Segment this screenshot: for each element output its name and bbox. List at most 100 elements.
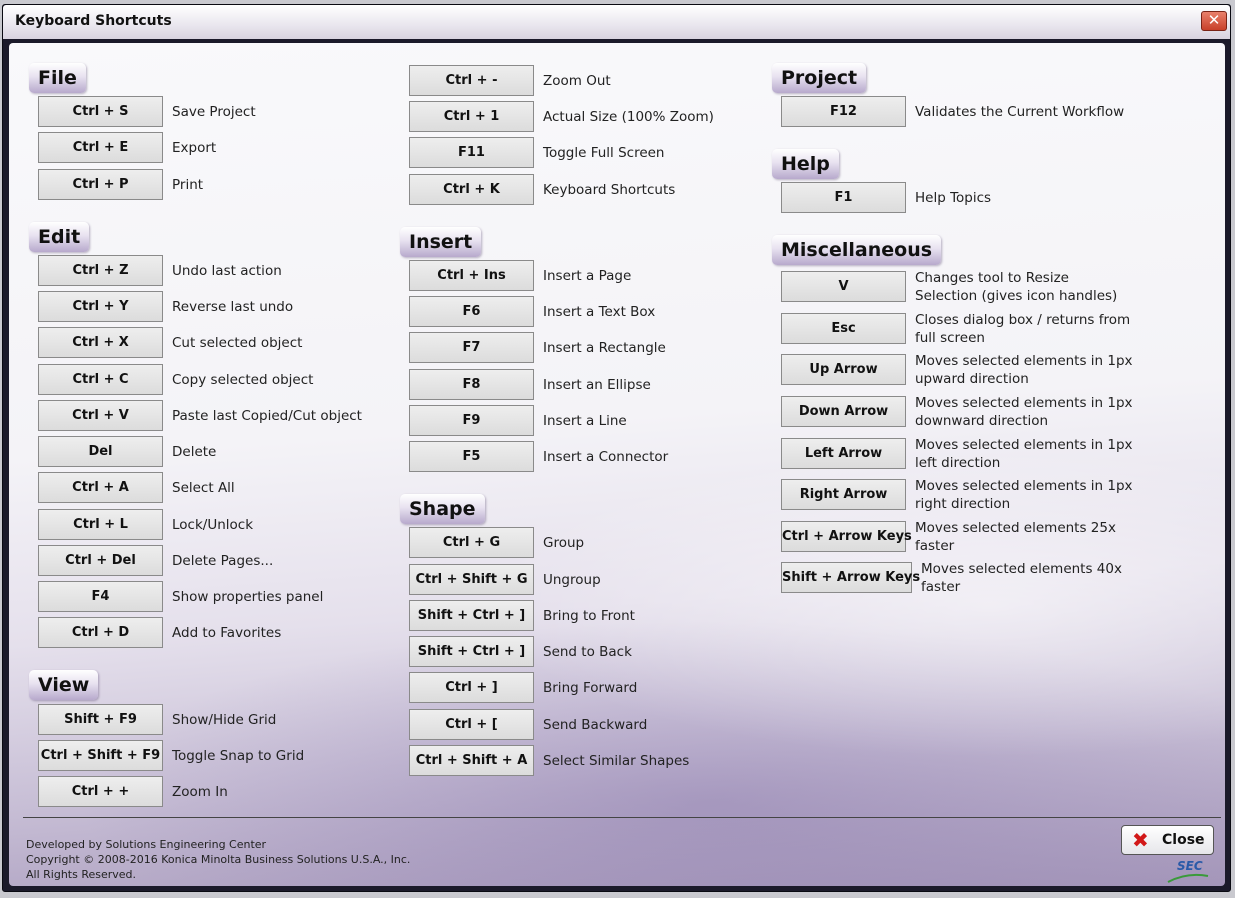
shortcut-key[interactable]: Ctrl + X: [38, 327, 163, 358]
shortcut-key[interactable]: Ctrl + L: [38, 509, 163, 540]
close-icon: ✕: [1207, 11, 1221, 29]
shortcut-description: Cut selected object: [172, 334, 303, 351]
shortcut-key[interactable]: F7: [409, 332, 534, 363]
section-header-project: Project: [772, 63, 867, 93]
shortcut-description: Add to Favorites: [172, 624, 282, 641]
close-button[interactable]: ✖ Close: [1121, 825, 1214, 855]
shortcut-key[interactable]: Ctrl + C: [38, 364, 163, 395]
shortcut-key[interactable]: Ctrl + A: [38, 472, 163, 503]
shortcut-key[interactable]: F11: [409, 137, 534, 168]
shortcut-description: Undo last action: [172, 262, 282, 279]
shortcut-key[interactable]: Del: [38, 436, 163, 467]
sec-logo: SEC: [1177, 859, 1203, 873]
shortcut-key[interactable]: Ctrl + K: [409, 174, 534, 205]
shortcut-description: Moves selected elements in 1px downward …: [915, 394, 1133, 429]
shortcut-description: Insert a Line: [543, 412, 627, 429]
shortcut-key[interactable]: Right Arrow: [781, 479, 906, 510]
shortcut-key[interactable]: Ctrl + P: [38, 169, 163, 200]
shortcut-key[interactable]: Ctrl + Shift + G: [409, 564, 534, 595]
shortcut-description: Print: [172, 176, 204, 193]
shortcut-description: Toggle Snap to Grid: [172, 747, 305, 764]
shortcut-description: Reverse last undo: [172, 298, 294, 315]
shortcut-description: Bring to Front: [543, 607, 635, 624]
shortcut-description: Insert a Page: [543, 267, 632, 284]
window-close-button[interactable]: ✕: [1201, 11, 1227, 31]
sec-logo-swoosh-icon: [1167, 873, 1209, 883]
shortcut-description: Toggle Full Screen: [543, 144, 665, 161]
shortcut-description: Zoom Out: [543, 72, 611, 89]
footer-rights: All Rights Reserved.: [26, 868, 137, 881]
footer-copyright: Copyright © 2008-2016 Konica Minolta Bus…: [26, 853, 411, 866]
shortcut-key[interactable]: Ctrl + -: [409, 65, 534, 96]
shortcut-description: Insert an Ellipse: [543, 376, 651, 393]
window-title: Keyboard Shortcuts: [15, 13, 172, 29]
shortcut-key[interactable]: F4: [38, 581, 163, 612]
section-header-help: Help: [772, 149, 839, 179]
shortcut-key[interactable]: Ctrl + Shift + F9: [38, 740, 163, 771]
shortcut-description: Actual Size (100% Zoom): [543, 108, 714, 125]
shortcut-key[interactable]: F8: [409, 369, 534, 400]
shortcut-description: Moves selected elements 40x faster: [921, 560, 1122, 595]
shortcut-description: Select All: [172, 479, 235, 496]
shortcut-key[interactable]: Ctrl + S: [38, 96, 163, 127]
shortcut-key[interactable]: F9: [409, 405, 534, 436]
shortcut-key[interactable]: Ctrl + Shift + A: [409, 745, 534, 776]
shortcut-description: Delete Pages...: [172, 552, 274, 569]
shortcut-description: Help Topics: [915, 189, 992, 206]
shortcut-description: Bring Forward: [543, 679, 638, 696]
shortcut-description: Insert a Connector: [543, 448, 669, 465]
shortcut-description: Paste last Copied/Cut object: [172, 407, 362, 424]
shortcut-description: Save Project: [172, 103, 256, 120]
shortcut-description: Send to Back: [543, 643, 632, 660]
shortcut-key[interactable]: F5: [409, 441, 534, 472]
shortcut-key[interactable]: Shift + Arrow Keys: [781, 562, 920, 593]
shortcut-key[interactable]: Ctrl + G: [409, 527, 534, 558]
title-bar[interactable]: Keyboard Shortcuts ✕: [3, 5, 1230, 39]
close-button-label: Close: [1162, 832, 1205, 848]
shortcut-key[interactable]: Ctrl + Del: [38, 545, 163, 576]
shortcut-description: Show properties panel: [172, 588, 324, 605]
shortcut-key[interactable]: Ctrl + V: [38, 400, 163, 431]
shortcut-key[interactable]: V: [781, 271, 906, 302]
dialog-content: File Ctrl + S Save Project Ctrl + E Export…: [9, 43, 1225, 886]
shortcut-key[interactable]: Ctrl + 1: [409, 101, 534, 132]
shortcut-key[interactable]: F6: [409, 296, 534, 327]
shortcut-key[interactable]: Ctrl + [: [409, 709, 534, 740]
shortcut-description: Insert a Rectangle: [543, 339, 666, 356]
section-header-shape: Shape: [400, 494, 485, 524]
shortcut-key[interactable]: Ctrl + ]: [409, 672, 534, 703]
shortcut-key[interactable]: F1: [781, 182, 906, 213]
shortcut-key[interactable]: Ctrl + Arrow Keys: [781, 521, 912, 552]
shortcut-key[interactable]: Ctrl + Ins: [409, 260, 534, 291]
shortcut-description: Zoom In: [172, 783, 228, 800]
section-header-edit: Edit: [29, 222, 90, 252]
shortcut-description: Group: [543, 534, 585, 551]
shortcut-description: Moves selected elements 25x faster: [915, 519, 1116, 554]
shortcut-description: Keyboard Shortcuts: [543, 181, 676, 198]
shortcut-description: Closes dialog box / returns from full sc…: [915, 311, 1131, 346]
shortcut-key[interactable]: Up Arrow: [781, 354, 906, 385]
shortcut-key[interactable]: Esc: [781, 313, 906, 344]
section-header-insert: Insert: [400, 227, 482, 257]
shortcut-key[interactable]: Ctrl + Y: [38, 291, 163, 322]
footer-credits: Developed by Solutions Engineering Cente…: [26, 837, 410, 882]
shortcut-key[interactable]: Shift + F9: [38, 704, 163, 735]
keyboard-shortcuts-dialog: Keyboard Shortcuts ✕ File Ctrl + S Save P…: [2, 4, 1231, 892]
shortcut-description: Changes tool to Resize Selection (gives …: [915, 269, 1118, 304]
shortcut-key[interactable]: Ctrl + D: [38, 617, 163, 648]
shortcut-key[interactable]: Ctrl + Z: [38, 255, 163, 286]
shortcut-key[interactable]: Ctrl + +: [38, 776, 163, 807]
shortcut-description: Moves selected elements in 1px left dire…: [915, 436, 1133, 471]
shortcut-key[interactable]: Left Arrow: [781, 438, 906, 469]
shortcut-description: Show/Hide Grid: [172, 711, 277, 728]
shortcut-key[interactable]: Shift + Ctrl + ]: [409, 636, 534, 667]
shortcut-description: Validates the Current Workflow: [915, 103, 1125, 120]
shortcut-description: Copy selected object: [172, 371, 314, 388]
shortcut-key[interactable]: F12: [781, 96, 906, 127]
section-header-view: View: [29, 670, 99, 700]
shortcut-key[interactable]: Ctrl + E: [38, 132, 163, 163]
shortcut-key[interactable]: Down Arrow: [781, 396, 906, 427]
shortcut-key[interactable]: Shift + Ctrl + ]: [409, 600, 534, 631]
section-header-file: File: [29, 63, 86, 93]
footer-divider: [23, 817, 1221, 818]
